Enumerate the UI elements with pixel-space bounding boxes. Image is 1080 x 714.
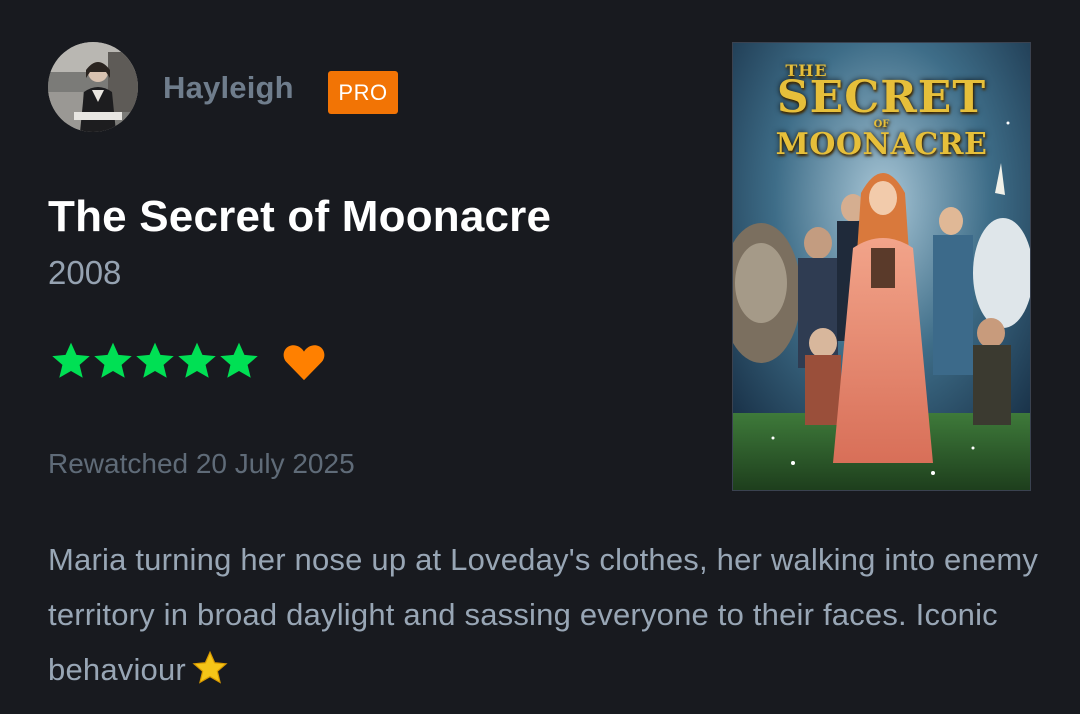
star-icon [218,340,260,382]
avatar[interactable] [48,42,138,132]
star-emoji-icon [192,648,228,703]
star-icon [50,340,92,382]
review-screen: Hayleigh PRO The Secret of Moonacre 2008… [0,0,1080,714]
star-icon [92,340,134,382]
rewatch-date: Rewatched 20 July 2025 [48,448,355,479]
film-title[interactable]: The Secret of Moonacre [48,192,551,242]
star-icon [134,340,176,382]
star-icon [176,340,218,382]
review-text: Maria turning her nose up at Loveday's c… [48,532,1048,703]
poster-title-moonacre: MOONACRE [775,127,988,162]
film-year[interactable]: 2008 [48,254,121,292]
poster-title: THE SECRET OF MOONACRE [733,61,1030,160]
pro-badge: PRO [328,71,398,114]
heart-icon [282,343,326,381]
poster-title-secret: SECRET [776,72,987,123]
film-poster[interactable]: THE SECRET OF MOONACRE [732,42,1031,491]
username[interactable]: Hayleigh [163,70,294,106]
star-rating [50,340,260,382]
